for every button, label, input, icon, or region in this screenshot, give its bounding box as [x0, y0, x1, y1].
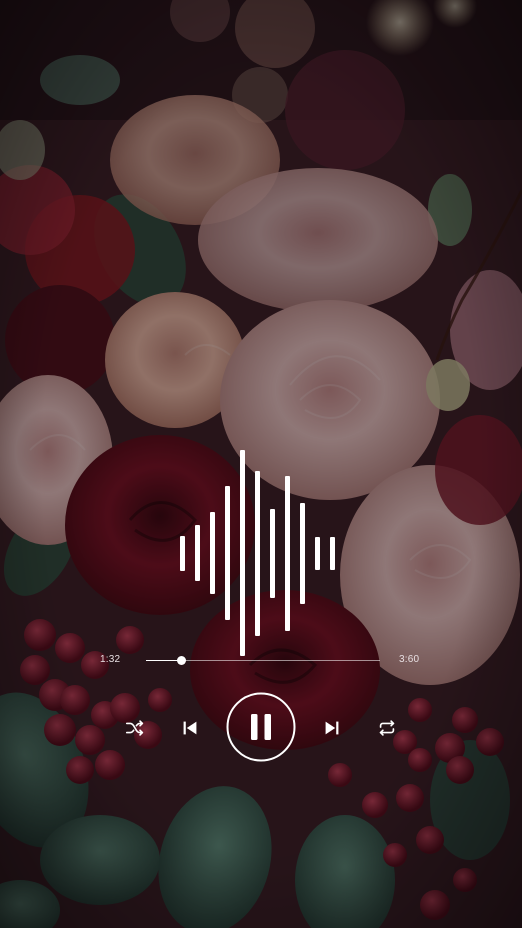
progress-thumb[interactable] — [177, 656, 186, 665]
skip-previous-icon — [183, 721, 197, 735]
waveform-bar — [330, 537, 335, 570]
audio-waveform — [180, 450, 342, 656]
waveform-bar — [240, 450, 245, 656]
next-track-button[interactable] — [321, 717, 343, 739]
pause-icon — [226, 692, 296, 762]
shuffle-icon — [125, 720, 144, 736]
waveform-bar — [300, 503, 305, 604]
waveform-bar — [225, 486, 230, 620]
shuffle-button[interactable] — [124, 717, 146, 739]
repeat-icon — [379, 720, 395, 736]
waveform-bar — [195, 525, 200, 581]
waveform-bar — [255, 471, 260, 636]
play-pause-button[interactable] — [226, 692, 296, 762]
progress-bar[interactable] — [146, 656, 380, 665]
repeat-button[interactable] — [376, 717, 398, 739]
waveform-bar — [180, 536, 185, 571]
elapsed-time: 1:32 — [100, 654, 121, 665]
waveform-bar — [285, 476, 290, 631]
progress-fill — [146, 660, 181, 661]
previous-track-button[interactable] — [179, 717, 201, 739]
waveform-bar — [315, 537, 320, 570]
music-player-screen: 1:32 3:60 — [0, 0, 522, 928]
total-duration: 3:60 — [399, 654, 420, 665]
waveform-bar — [270, 509, 275, 598]
waveform-bar — [210, 512, 215, 594]
skip-next-icon — [325, 721, 339, 735]
